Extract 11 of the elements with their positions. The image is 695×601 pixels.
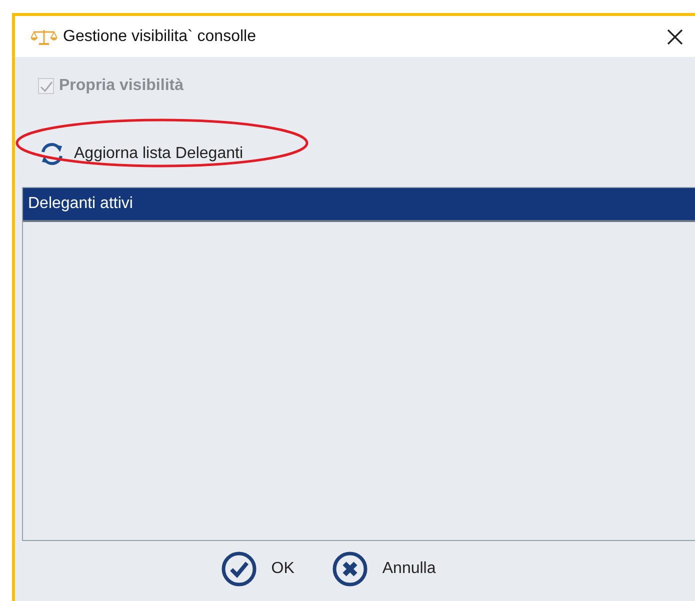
cancel-button[interactable]: Annulla <box>332 551 436 587</box>
check-circle-icon <box>221 551 258 587</box>
list-header: Deleganti attivi <box>23 188 695 222</box>
cancel-circle-icon <box>332 551 368 587</box>
refresh-button[interactable]: Aggiorna lista Deleganti <box>35 140 247 168</box>
ok-button[interactable]: OK <box>221 551 294 587</box>
refresh-icon <box>39 142 65 166</box>
checkmark-icon <box>40 80 52 92</box>
close-icon <box>666 28 684 46</box>
window-title: Gestione visibilita` consolle <box>63 26 256 46</box>
scales-icon <box>31 28 57 46</box>
